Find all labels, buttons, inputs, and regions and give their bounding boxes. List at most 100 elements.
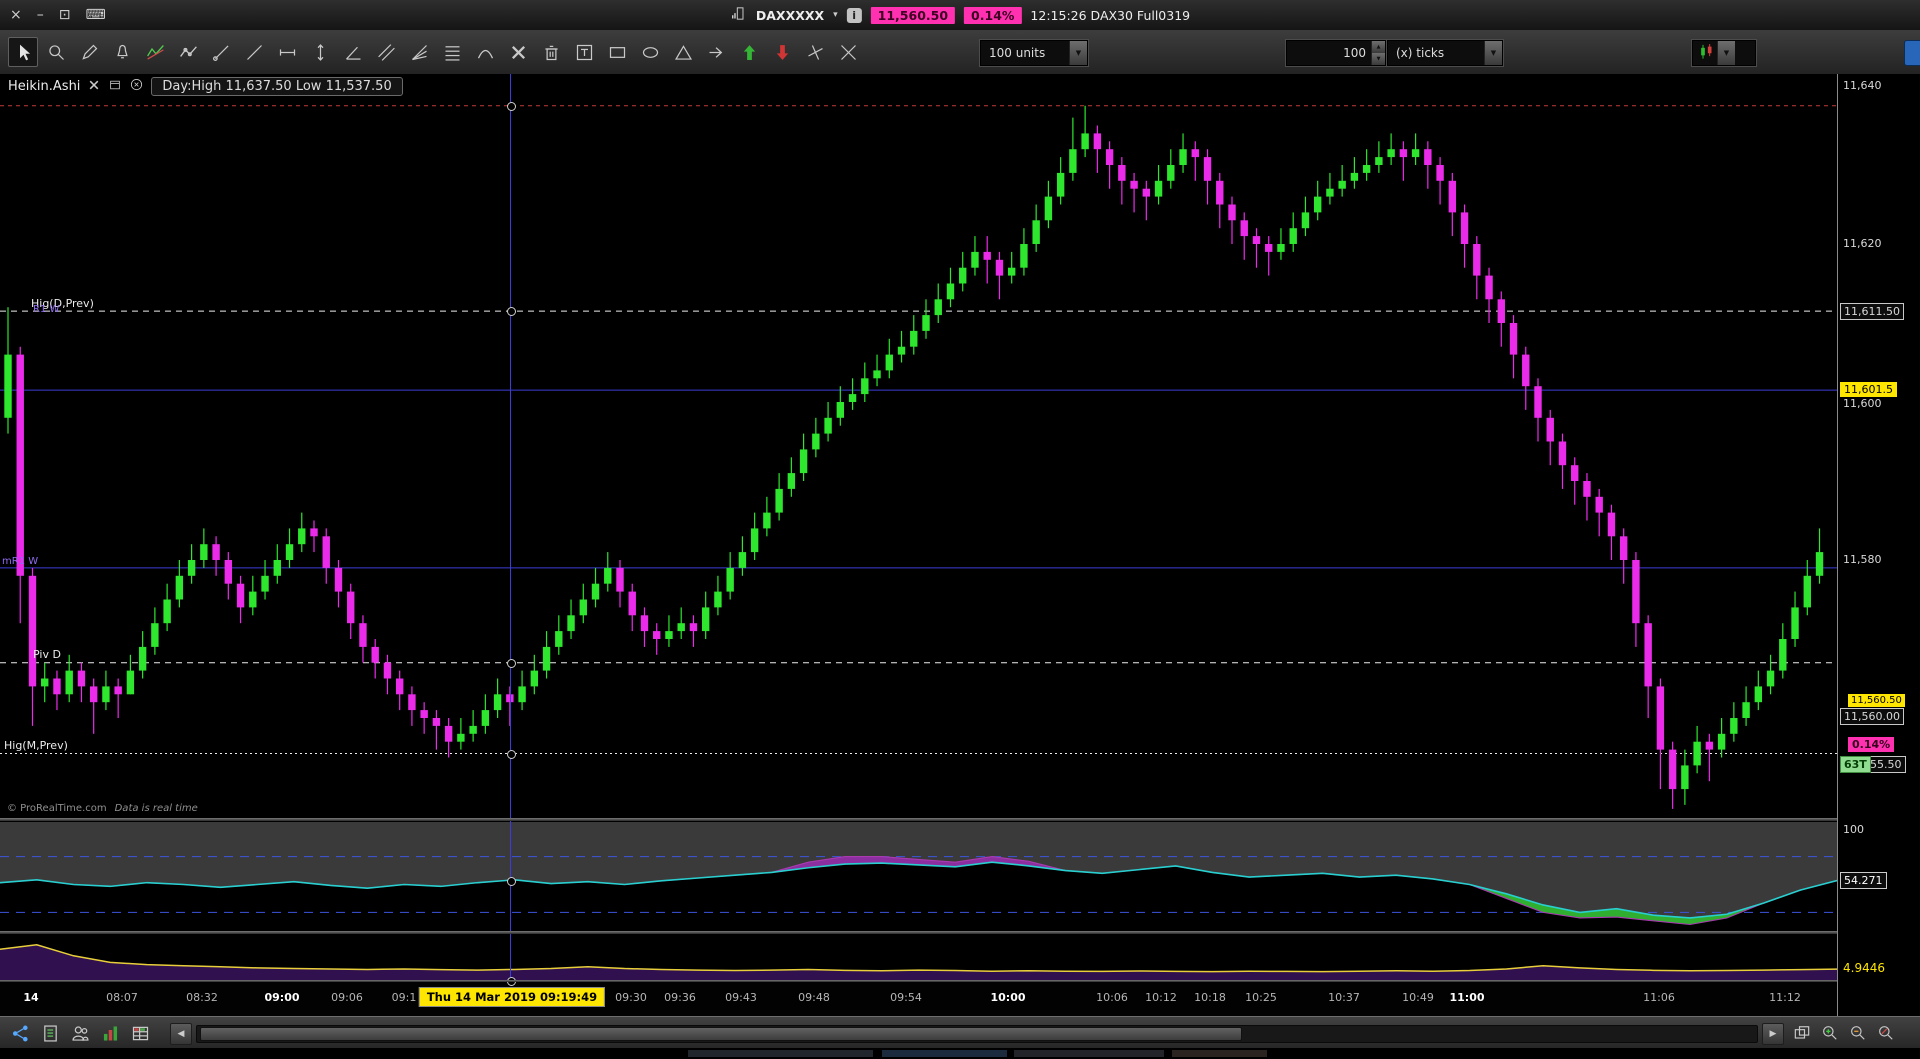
buy-arrow-tool[interactable] (734, 37, 764, 67)
crosshair-handle[interactable] (507, 877, 516, 886)
time-axis-label: 10:06 (1096, 991, 1128, 1004)
zigzag-tool[interactable] (140, 37, 170, 67)
ticks-unit-select[interactable]: (x) ticks ▼ (1386, 39, 1504, 67)
level-label: Piv D (33, 648, 61, 661)
session-info: 12:15:26 DAX30 Full0319 (1030, 7, 1191, 23)
chart-scrollbar[interactable] (196, 1025, 1758, 1043)
rectangle-tool[interactable] (602, 37, 632, 67)
time-axis-label: 10:12 (1145, 991, 1177, 1004)
price-axis-label: 11,560.00 (1840, 708, 1904, 725)
taskbar-window[interactable] (1014, 1050, 1164, 1057)
fibonacci-tool[interactable] (437, 37, 467, 67)
sell-arrow-tool[interactable] (767, 37, 797, 67)
taskbar-window[interactable] (688, 1050, 873, 1057)
scrollbar-thumb[interactable] (200, 1027, 1242, 1041)
pane-divider[interactable] (0, 931, 1920, 934)
restore-window-icon[interactable]: ⊡ (59, 7, 71, 23)
crosshair-handle[interactable] (507, 659, 516, 668)
price-axis-label: 11,560.50 (1848, 694, 1905, 707)
zigzag-retracement-tool[interactable] (173, 37, 203, 67)
trendline-tool[interactable] (239, 37, 269, 67)
partial-panel-icon[interactable] (1904, 40, 1920, 66)
price-chart[interactable] (0, 74, 1837, 818)
change-percent-badge: 0.14% (964, 6, 1022, 24)
users-icon[interactable] (68, 1021, 92, 1045)
price-axis-label: 11,580 (1843, 553, 1882, 566)
chevron-down-icon[interactable]: ▼ (1484, 41, 1502, 65)
watermark: © ProRealTime.com Data is real time (7, 803, 198, 814)
zoom-tool[interactable] (41, 37, 71, 67)
units-select[interactable]: 100 units ▼ (979, 39, 1089, 67)
trendline-point-tool[interactable] (206, 37, 236, 67)
settings-icon[interactable] (87, 78, 101, 96)
alert-tool[interactable] (107, 37, 137, 67)
minimize-window-icon[interactable]: – (37, 7, 44, 23)
indicator1-pane[interactable] (0, 822, 1837, 931)
time-axis[interactable]: 14 08:07 08:32 09:00 09:06 09:1 09:30 09:36 09:4… (0, 982, 1837, 1016)
info-icon[interactable]: i (846, 7, 862, 23)
chart-type-button[interactable]: ▼ (1691, 39, 1757, 67)
taskbar-window[interactable] (882, 1050, 1007, 1057)
share-icon[interactable] (8, 1021, 32, 1045)
arc-tool[interactable] (470, 37, 500, 67)
parallel-lines-tool[interactable] (371, 37, 401, 67)
chevron-down-icon[interactable]: ▾ (833, 10, 838, 20)
table-icon[interactable] (128, 1021, 152, 1045)
level-label: Hig(M,Prev) (4, 739, 68, 752)
scroll-left-button[interactable]: ◀ (170, 1023, 192, 1045)
spinner: ▲ ▼ (1371, 41, 1385, 65)
time-axis-label: 11:06 (1643, 991, 1675, 1004)
arrow-tool[interactable] (701, 37, 731, 67)
horizontal-segment-tool[interactable] (272, 37, 302, 67)
time-axis-label: 08:32 (186, 991, 218, 1004)
zoom-in-icon[interactable] (1818, 1021, 1842, 1045)
tools-menu[interactable] (503, 37, 533, 67)
angle-tool[interactable] (338, 37, 368, 67)
fan-lines-tool[interactable] (404, 37, 434, 67)
draw-tool[interactable] (74, 37, 104, 67)
ticks-count-input[interactable]: 100 ▲ ▼ (1285, 39, 1387, 67)
chevron-down-icon[interactable]: ▼ (1717, 41, 1735, 65)
crosshair-handle[interactable] (507, 102, 516, 111)
level-label: R1 W (33, 304, 60, 315)
triangle-tool[interactable] (668, 37, 698, 67)
zoom-out-icon[interactable] (1846, 1021, 1870, 1045)
time-axis-label: 09:00 (264, 991, 300, 1004)
price-axis-label: 11,620 (1843, 237, 1882, 250)
windows-icon[interactable] (1790, 1021, 1814, 1045)
taskbar-window[interactable] (1172, 1050, 1267, 1057)
time-axis-label: 10:25 (1245, 991, 1277, 1004)
report-icon[interactable] (38, 1021, 62, 1045)
units-select-value: 100 units (989, 46, 1046, 60)
new-window-icon[interactable] (108, 78, 122, 96)
crosshair-timestamp: Thu 14 Mar 2019 09:19:49 (418, 987, 606, 1007)
crosshair-vertical-line[interactable] (510, 74, 511, 982)
price-axis-label: 11,640 (1843, 79, 1882, 92)
candlestick-style-icon (1697, 42, 1717, 65)
cross-tool[interactable] (800, 37, 830, 67)
level-label: mR1 W (2, 556, 39, 567)
price-axis[interactable]: 11,640 11,620 11,611.50 11,600 11,601.5 11,58… (1837, 74, 1920, 1016)
indicator2-pane[interactable] (0, 934, 1837, 980)
time-axis-label: 10:00 (990, 991, 1026, 1004)
spin-up-icon[interactable]: ▲ (1372, 41, 1385, 53)
extended-line-tool[interactable] (833, 37, 863, 67)
crosshair-handle[interactable] (507, 750, 516, 759)
pointer-tool[interactable] (8, 37, 38, 67)
keyboard-icon[interactable]: ⌨ (85, 7, 105, 23)
crosshair-handle[interactable] (507, 307, 516, 316)
delete-tool[interactable] (536, 37, 566, 67)
scroll-right-button[interactable]: ▶ (1762, 1023, 1784, 1045)
vertical-line-tool[interactable] (305, 37, 335, 67)
chevron-down-icon[interactable]: ▼ (1069, 41, 1087, 65)
close-icon[interactable] (129, 77, 144, 96)
zoom-reset-icon[interactable] (1874, 1021, 1898, 1045)
instrument-selector[interactable]: DAXXXXX (756, 8, 824, 23)
close-window-icon[interactable]: × (10, 7, 22, 23)
text-tool[interactable] (569, 37, 599, 67)
pane-divider[interactable] (0, 818, 1920, 821)
stats-icon[interactable] (98, 1021, 122, 1045)
spin-down-icon[interactable]: ▼ (1372, 53, 1385, 65)
ellipse-tool[interactable] (635, 37, 665, 67)
indicator-name: Heikin.Ashi (8, 79, 81, 94)
